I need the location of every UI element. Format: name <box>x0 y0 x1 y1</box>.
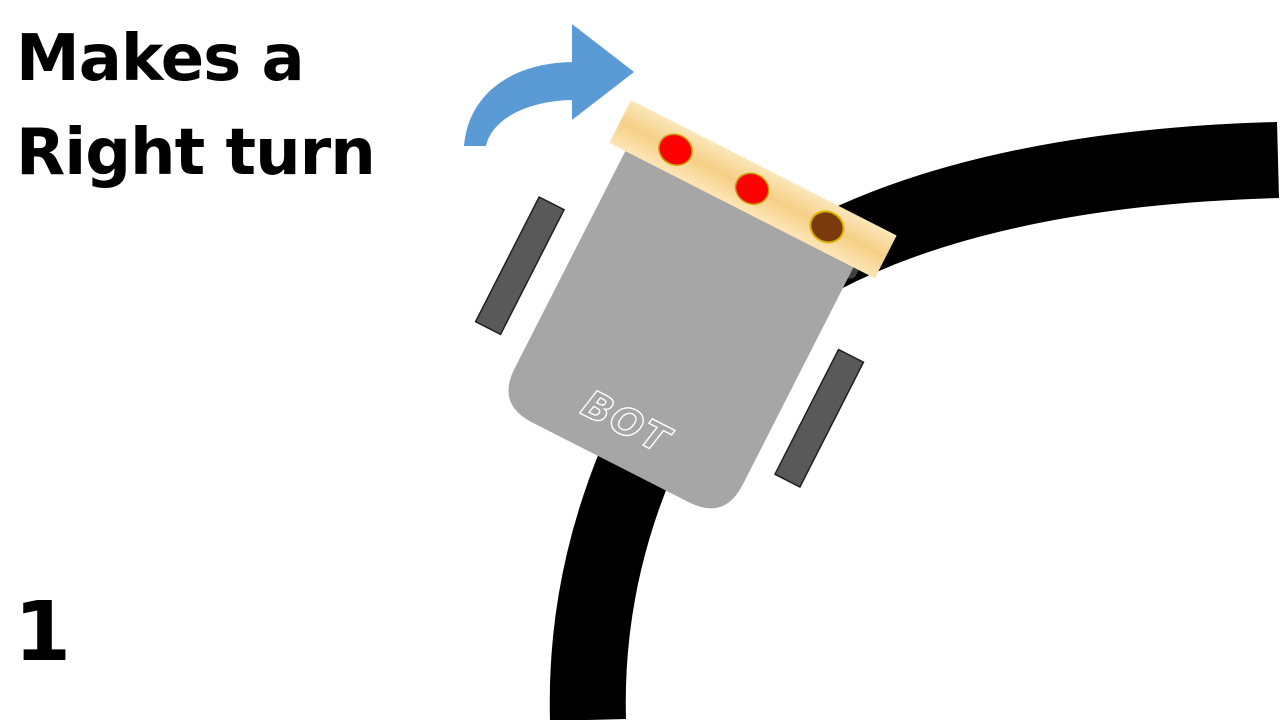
right-turn-arrow-icon <box>464 24 634 146</box>
robot: BOT <box>474 100 897 509</box>
slide: BOT Makes a Right turn 1 <box>0 0 1280 720</box>
slide-caption: Makes a Right turn <box>16 12 376 200</box>
step-number: 1 <box>14 585 72 680</box>
caption-line-1: Makes a <box>16 22 305 96</box>
caption-line-2: Right turn <box>16 116 376 190</box>
